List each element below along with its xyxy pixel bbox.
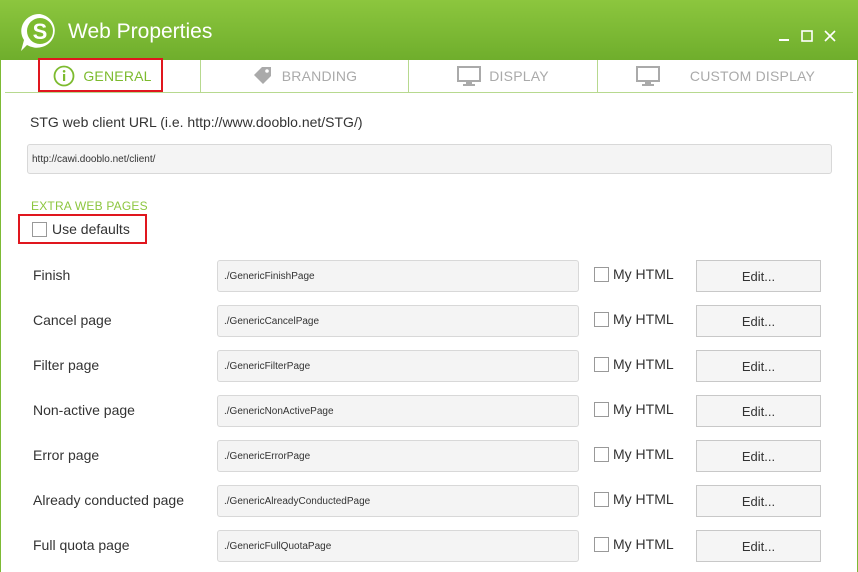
- edit-button[interactable]: Edit...: [696, 305, 821, 337]
- my-html-checkbox[interactable]: [594, 312, 609, 327]
- url-label: STG web client URL (i.e. http://www.doob…: [30, 114, 363, 130]
- tab-bar: GENERAL BRANDING DISPLAY CUSTOM DISPLAY: [5, 60, 853, 93]
- use-defaults-checkbox[interactable]: [32, 221, 47, 237]
- edit-button[interactable]: Edit...: [696, 530, 821, 562]
- my-html-checkbox[interactable]: [594, 402, 609, 417]
- page-row-finish: Finish My HTML Edit...: [0, 260, 858, 292]
- my-html-label[interactable]: My HTML: [613, 311, 674, 327]
- tab-display[interactable]: DISPLAY: [409, 60, 598, 92]
- edit-button[interactable]: Edit...: [696, 395, 821, 427]
- my-html-checkbox[interactable]: [594, 537, 609, 552]
- page-path-input[interactable]: [217, 260, 579, 292]
- use-defaults-highlight: Use defaults: [18, 214, 147, 244]
- my-html-checkbox[interactable]: [594, 357, 609, 372]
- edit-button[interactable]: Edit...: [696, 350, 821, 382]
- title-bar: S Web Properties: [0, 0, 858, 60]
- page-path-input[interactable]: [217, 395, 579, 427]
- use-defaults-label[interactable]: Use defaults: [52, 221, 130, 237]
- page-label: Error page: [33, 447, 100, 463]
- page-path-input[interactable]: [217, 530, 579, 562]
- monitor-icon: [457, 65, 482, 87]
- my-html-label[interactable]: My HTML: [613, 446, 674, 462]
- page-row-already-conducted: Already conducted page My HTML Edit...: [0, 485, 858, 517]
- tab-branding-label: BRANDING: [281, 68, 358, 84]
- page-label: Non-active page: [33, 402, 135, 418]
- tab-custom-display-label: CUSTOM DISPLAY: [689, 68, 816, 84]
- tag-icon: [252, 65, 274, 87]
- my-html-label[interactable]: My HTML: [613, 491, 674, 507]
- my-html-label[interactable]: My HTML: [613, 401, 674, 417]
- page-label: Filter page: [33, 357, 100, 373]
- page-row-cancel: Cancel page My HTML Edit...: [0, 305, 858, 337]
- page-row-error: Error page My HTML Edit...: [0, 440, 858, 472]
- tab-general[interactable]: GENERAL: [5, 60, 201, 92]
- close-icon[interactable]: [822, 28, 838, 44]
- edit-button[interactable]: Edit...: [696, 485, 821, 517]
- monitor-icon: [635, 65, 660, 87]
- dooblo-s-logo-icon: S: [18, 11, 64, 53]
- tab-branding[interactable]: BRANDING: [201, 60, 409, 92]
- svg-text:S: S: [33, 19, 48, 44]
- page-path-input[interactable]: [217, 440, 579, 472]
- my-html-label[interactable]: My HTML: [613, 356, 674, 372]
- url-input[interactable]: [27, 144, 832, 174]
- page-label: Finish: [33, 267, 71, 283]
- section-heading: EXTRA WEB PAGES: [31, 199, 148, 213]
- page-row-non-active: Non-active page My HTML Edit...: [0, 395, 858, 427]
- window-title: Web Properties: [68, 20, 213, 43]
- page-row-full-quota: Full quota page My HTML Edit...: [0, 530, 858, 562]
- tab-display-label: DISPLAY: [489, 68, 549, 84]
- page-row-filter: Filter page My HTML Edit...: [0, 350, 858, 382]
- edit-button[interactable]: Edit...: [696, 260, 821, 292]
- page-label: Full quota page: [33, 537, 130, 553]
- page-path-input[interactable]: [217, 305, 579, 337]
- my-html-label[interactable]: My HTML: [613, 536, 674, 552]
- my-html-checkbox[interactable]: [594, 492, 609, 507]
- page-path-input[interactable]: [217, 350, 579, 382]
- maximize-icon[interactable]: [799, 28, 815, 44]
- info-icon: [53, 65, 75, 87]
- page-path-input[interactable]: [217, 485, 579, 517]
- edit-button[interactable]: Edit...: [696, 440, 821, 472]
- page-label: Cancel page: [33, 312, 112, 328]
- my-html-checkbox[interactable]: [594, 267, 609, 282]
- tab-general-label: GENERAL: [83, 68, 152, 84]
- my-html-checkbox[interactable]: [594, 447, 609, 462]
- tab-custom-display[interactable]: CUSTOM DISPLAY: [598, 60, 853, 92]
- page-label: Already conducted page: [33, 492, 184, 508]
- my-html-label[interactable]: My HTML: [613, 266, 674, 282]
- minimize-icon[interactable]: [776, 28, 792, 44]
